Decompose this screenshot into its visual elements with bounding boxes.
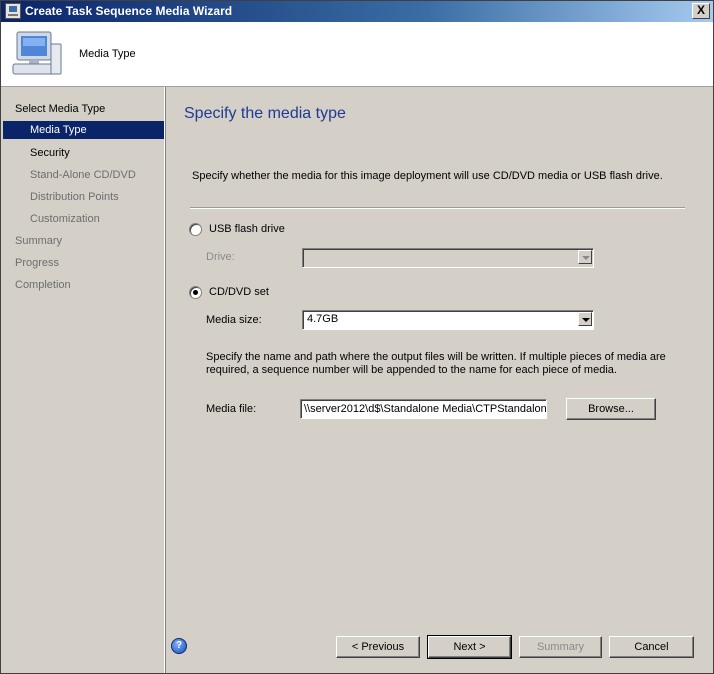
step-media-type: Media Type (3, 121, 164, 139)
page-title: Specify the media type (184, 105, 346, 122)
media-file-label: Media file: (206, 403, 257, 415)
media-file-input[interactable] (301, 400, 546, 418)
previous-button[interactable]: < Previous (336, 636, 420, 658)
step-summary: Summary (15, 235, 63, 247)
chevron-down-icon[interactable] (578, 312, 592, 326)
cd-dvd-set-label[interactable]: CD/DVD set (209, 286, 269, 298)
cancel-button[interactable]: Cancel (609, 636, 694, 658)
title-bar[interactable]: Create Task Sequence Media Wizard X (1, 1, 713, 22)
wizard-header: Media Type (1, 22, 713, 87)
usb-flash-drive-radio[interactable] (189, 223, 202, 236)
wizard-app-icon (5, 3, 21, 19)
divider (190, 207, 685, 209)
media-file-field[interactable] (300, 399, 547, 419)
drive-label: Drive: (206, 251, 235, 263)
drive-select[interactable] (302, 248, 594, 268)
page-description: Specify whether the media for this image… (192, 170, 663, 182)
cd-dvd-set-radio[interactable] (189, 286, 202, 299)
media-size-label: Media size: (206, 314, 262, 326)
computer-icon (12, 31, 62, 75)
media-size-value: 4.7GB (307, 313, 339, 325)
header-title: Media Type (79, 48, 136, 60)
media-file-info-line-2: required, a sequence number will be appe… (206, 364, 617, 376)
step-distribution-points: Distribution Points (30, 191, 119, 203)
close-button[interactable]: X (692, 3, 710, 19)
summary-button: Summary (519, 636, 602, 658)
next-button[interactable]: Next > (427, 635, 512, 659)
browse-button[interactable]: Browse... (566, 398, 656, 420)
wizard-content: Specify the media type Specify whether t… (166, 87, 713, 673)
chevron-down-icon[interactable] (578, 250, 592, 264)
step-progress: Progress (15, 257, 60, 269)
wizard-steps: Select Media Type Media Type Security St… (1, 87, 165, 673)
usb-flash-drive-label[interactable]: USB flash drive (209, 223, 285, 235)
help-icon[interactable]: ? (171, 638, 187, 654)
wizard-window: Create Task Sequence Media Wizard X Medi… (0, 0, 714, 674)
step-customization: Customization (30, 213, 100, 225)
media-size-select[interactable]: 4.7GB (302, 310, 594, 330)
step-completion: Completion (15, 279, 71, 291)
step-stand-alone-cd-dvd: Stand-Alone CD/DVD (30, 169, 136, 181)
window-title: Create Task Sequence Media Wizard (25, 4, 233, 18)
step-select-media-type: Select Media Type (15, 103, 106, 115)
step-security: Security (30, 147, 70, 159)
media-file-info-line-1: Specify the name and path where the outp… (206, 351, 666, 363)
